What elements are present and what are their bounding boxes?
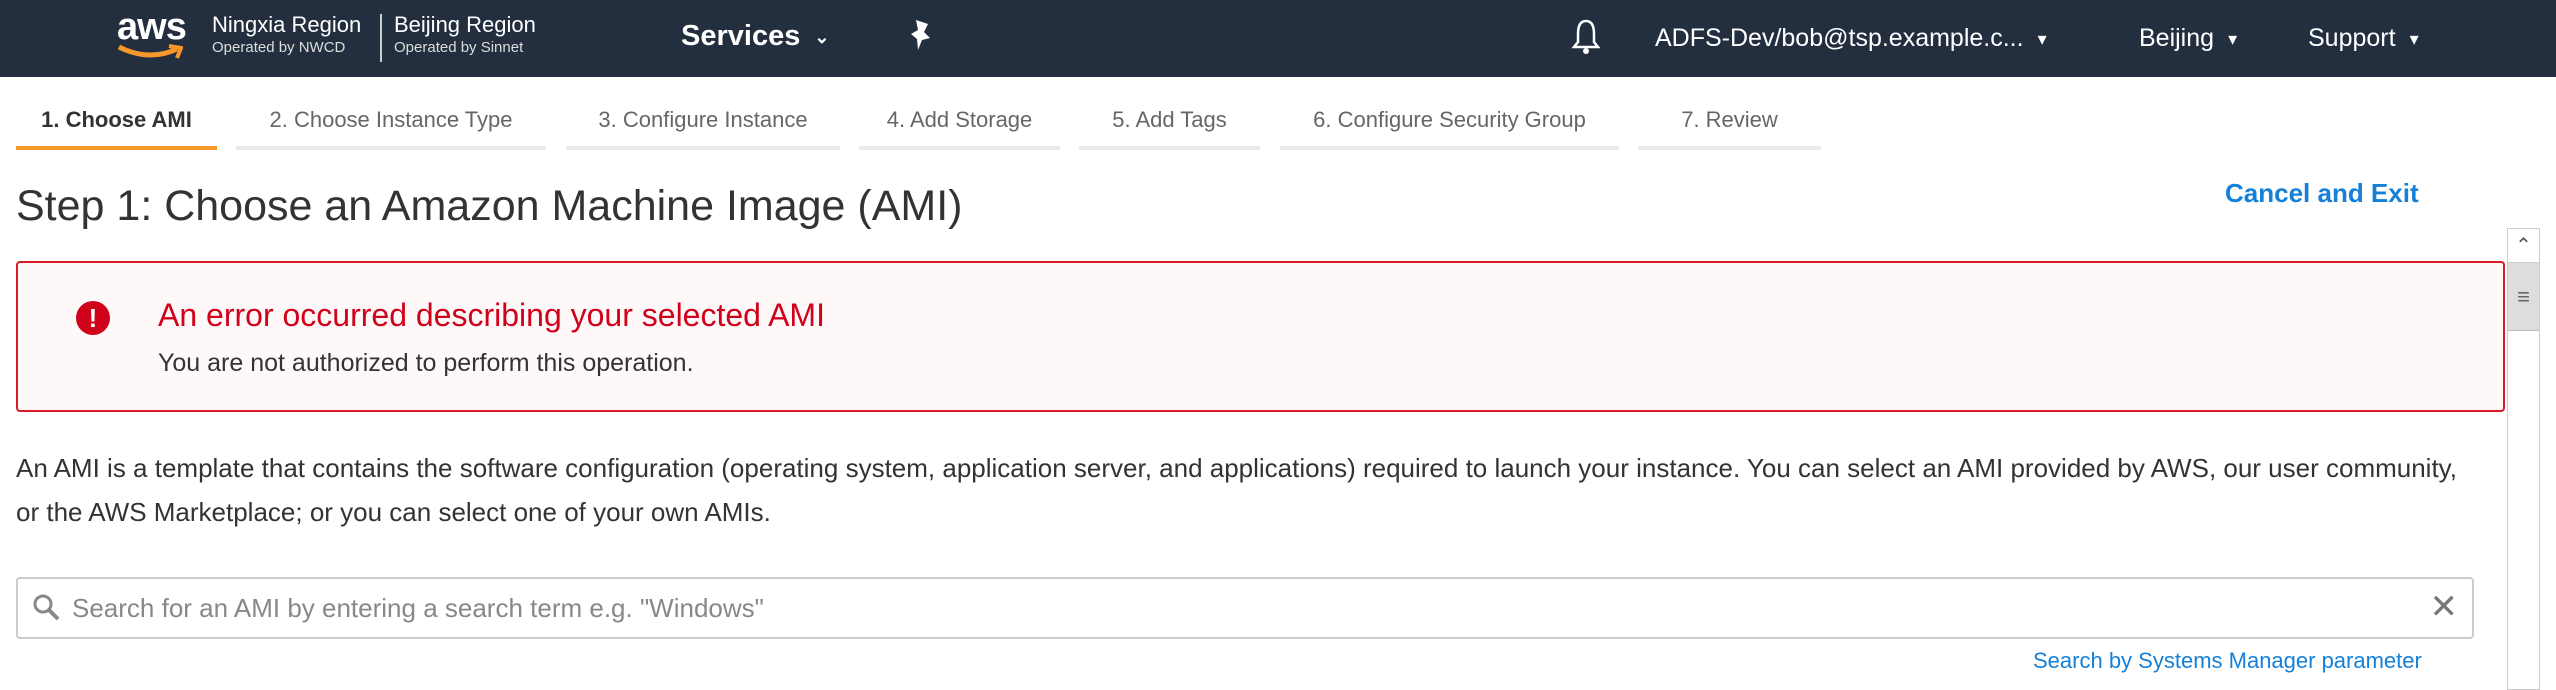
top-nav: aws Ningxia Region Operated by NWCD Beiji… xyxy=(0,0,2556,77)
chevron-down-icon: ⌄ xyxy=(814,26,830,47)
aws-logo-text: aws xyxy=(117,6,187,48)
cancel-and-exit-link[interactable]: Cancel and Exit xyxy=(2225,178,2419,209)
ami-description: An AMI is a template that contains the s… xyxy=(16,453,2457,527)
search-icon xyxy=(33,594,60,621)
error-message: You are not authorized to perform this o… xyxy=(158,349,694,377)
tab-add-storage[interactable]: 4. Add Storage xyxy=(859,98,1060,150)
services-label: Services xyxy=(681,20,801,52)
wizard-steps: 1. Choose AMI 2. Choose Instance Type 3.… xyxy=(0,98,2556,150)
account-menu[interactable]: ADFS-Dev/bob@tsp.example.c... ▾ xyxy=(1655,24,2047,53)
region-beijing: Beijing Region Operated by Sinnet xyxy=(394,12,536,58)
divider xyxy=(380,14,382,62)
scroll-thumb[interactable]: ≡ xyxy=(2508,263,2539,331)
caret-down-icon: ▾ xyxy=(2037,28,2047,49)
region-operator: Operated by NWCD xyxy=(212,39,346,56)
aws-smile-icon xyxy=(117,44,183,59)
pin-icon[interactable] xyxy=(908,18,934,57)
support-label: Support xyxy=(2308,24,2396,52)
ami-search-box: ✕ xyxy=(16,577,2474,639)
caret-down-icon: ▾ xyxy=(2409,28,2419,49)
page-title: Step 1: Choose an Amazon Machine Image (… xyxy=(16,182,963,230)
support-menu[interactable]: Support ▾ xyxy=(2308,24,2419,53)
tab-choose-ami[interactable]: 1. Choose AMI xyxy=(16,98,217,150)
account-label: ADFS-Dev/bob@tsp.example.c... xyxy=(1655,24,2024,52)
tab-configure-instance[interactable]: 3. Configure Instance xyxy=(566,98,840,150)
error-alert: ! An error occurred describing your sele… xyxy=(16,261,2505,412)
clear-search-icon[interactable]: ✕ xyxy=(2430,587,2459,627)
region-menu[interactable]: Beijing ▾ xyxy=(2139,24,2237,53)
bell-icon[interactable] xyxy=(1570,18,1602,61)
region-ningxia: Ningxia Region Operated by NWCD xyxy=(212,12,361,58)
services-menu[interactable]: Services ⌄ xyxy=(681,20,829,53)
region-name: Ningxia Region xyxy=(212,12,362,37)
caret-down-icon: ▾ xyxy=(2228,28,2238,49)
region-operator: Operated by Sinnet xyxy=(394,39,524,56)
tab-review[interactable]: 7. Review xyxy=(1638,98,1821,150)
error-icon: ! xyxy=(76,301,110,335)
tab-add-tags[interactable]: 5. Add Tags xyxy=(1079,98,1260,150)
tab-configure-security-group[interactable]: 6. Configure Security Group xyxy=(1280,98,1619,150)
region-name: Beijing Region xyxy=(394,12,536,37)
error-title: An error occurred describing your select… xyxy=(158,297,825,333)
tab-choose-instance-type[interactable]: 2. Choose Instance Type xyxy=(236,98,546,150)
aws-logo[interactable]: aws xyxy=(117,8,197,64)
region-label: Beijing xyxy=(2139,24,2215,52)
systems-manager-search-link[interactable]: Search by Systems Manager parameter xyxy=(2033,648,2422,674)
scrollbar[interactable]: ⌃ ≡ xyxy=(2507,228,2540,690)
ami-search-input[interactable] xyxy=(72,587,2372,629)
scroll-up-icon[interactable]: ⌃ xyxy=(2508,229,2539,263)
